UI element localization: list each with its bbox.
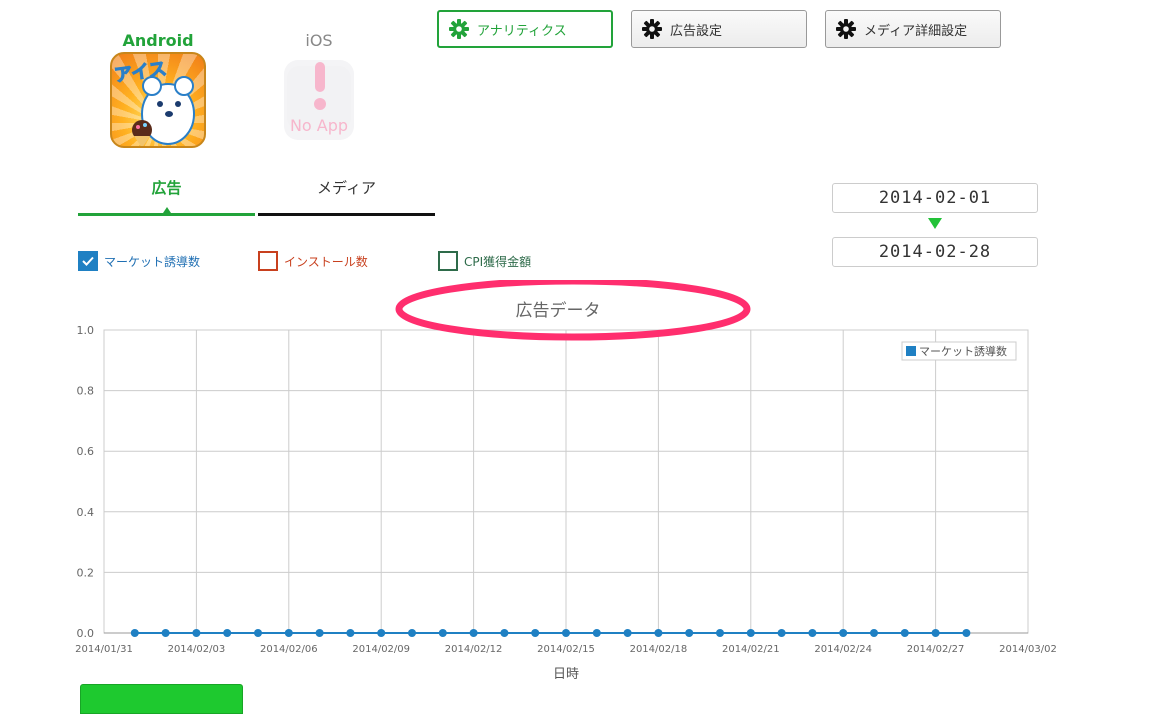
platform-android-label: Android bbox=[122, 31, 194, 50]
data-point bbox=[592, 629, 601, 637]
y-tick-label: 1.0 bbox=[77, 324, 95, 337]
checkbox-unchecked-icon bbox=[258, 251, 278, 271]
gear-icon bbox=[449, 19, 469, 39]
tab-media-settings-label: メディア詳細設定 bbox=[864, 23, 968, 39]
data-point bbox=[839, 629, 848, 637]
tab-media-settings[interactable]: メディア詳細設定 bbox=[825, 10, 1001, 48]
subtab-media[interactable]: メディア bbox=[258, 172, 435, 216]
y-tick-label: 0.4 bbox=[77, 506, 95, 519]
tab-analytics[interactable]: アナリティクス bbox=[437, 10, 613, 48]
tab-ad-settings-label: 広告設定 bbox=[670, 23, 723, 39]
no-app-text: No App bbox=[289, 116, 349, 135]
data-point bbox=[746, 629, 755, 637]
x-tick-label: 2014/01/31 bbox=[75, 644, 133, 655]
x-tick-label: 2014/02/27 bbox=[907, 644, 965, 655]
y-tick-label: 0.6 bbox=[77, 445, 95, 458]
x-tick-label: 2014/02/21 bbox=[722, 644, 780, 655]
data-point bbox=[284, 629, 293, 637]
legend-swatch bbox=[906, 346, 916, 356]
ios-no-app-icon: No App bbox=[284, 60, 354, 140]
chart-legend: マーケット誘導数 bbox=[901, 341, 1017, 361]
data-point bbox=[870, 629, 878, 637]
checkbox-checked-icon bbox=[78, 251, 98, 271]
data-point bbox=[900, 629, 909, 637]
data-point bbox=[254, 629, 262, 637]
data-point bbox=[315, 629, 324, 637]
subtab-media-label: メディア bbox=[317, 179, 376, 197]
data-point bbox=[346, 629, 355, 637]
metric-label-market: マーケット誘導数 bbox=[104, 254, 201, 269]
data-point bbox=[931, 629, 940, 637]
y-tick-label: 0.0 bbox=[77, 627, 95, 640]
metric-label-install: インストール数 bbox=[284, 254, 368, 269]
android-app-icon[interactable]: アイス bbox=[110, 52, 206, 148]
data-point bbox=[130, 629, 139, 637]
data-point bbox=[777, 629, 786, 637]
tab-analytics-label: アナリティクス bbox=[477, 23, 567, 39]
x-tick-label: 2014/02/12 bbox=[445, 644, 503, 655]
data-point bbox=[500, 629, 509, 637]
data-point bbox=[469, 629, 478, 637]
y-tick-label: 0.8 bbox=[77, 385, 95, 398]
metric-checkbox-cpi[interactable]: CPI獲得金額 bbox=[438, 251, 531, 271]
checkbox-unchecked-icon bbox=[438, 251, 458, 271]
legend-label: マーケット誘導数 bbox=[919, 344, 1007, 358]
data-point bbox=[623, 629, 632, 637]
gear-icon bbox=[642, 19, 662, 39]
x-tick-label: 2014/02/18 bbox=[630, 644, 688, 655]
x-tick-label: 2014/03/02 bbox=[999, 644, 1057, 655]
start-date-field[interactable]: 2014-02-01 bbox=[832, 183, 1038, 213]
data-point bbox=[531, 629, 540, 637]
platform-ios-label: iOS bbox=[305, 31, 333, 50]
y-tick-label: 0.2 bbox=[77, 566, 95, 579]
data-point bbox=[562, 629, 570, 637]
data-point bbox=[161, 629, 170, 637]
platform-ios[interactable]: iOS No App bbox=[259, 30, 379, 140]
subtab-ad[interactable]: 広告 bbox=[78, 172, 255, 216]
data-point bbox=[716, 629, 724, 637]
data-point bbox=[962, 629, 971, 637]
x-tick-label: 2014/02/03 bbox=[168, 644, 226, 655]
data-point bbox=[377, 629, 386, 637]
data-point bbox=[808, 629, 817, 637]
data-point bbox=[192, 629, 201, 637]
gear-icon bbox=[836, 19, 856, 39]
data-point bbox=[408, 629, 416, 637]
arrow-down-icon bbox=[928, 218, 942, 229]
x-tick-label: 2014/02/24 bbox=[814, 644, 872, 655]
metric-label-cpi: CPI獲得金額 bbox=[464, 254, 532, 269]
x-axis-label: 日時 bbox=[553, 667, 579, 682]
x-tick-label: 2014/02/09 bbox=[352, 644, 410, 655]
active-indicator-icon bbox=[162, 207, 171, 213]
line-chart: 0.0 0.2 0.4 0.6 0.8 1.0 2014/01/31 2014/02/03 2… bbox=[75, 280, 1057, 682]
end-date-field[interactable]: 2014-02-28 bbox=[832, 237, 1038, 267]
tab-ad-settings[interactable]: 広告設定 bbox=[631, 10, 807, 48]
metric-checkbox-market[interactable]: マーケット誘導数 bbox=[78, 251, 200, 271]
data-point bbox=[438, 629, 447, 637]
data-point bbox=[654, 629, 663, 637]
x-tick-label: 2014/02/15 bbox=[537, 644, 595, 655]
metric-checkbox-install[interactable]: インストール数 bbox=[258, 251, 368, 271]
chart-title: 広告データ bbox=[516, 300, 601, 321]
data-point bbox=[685, 629, 694, 637]
action-button[interactable] bbox=[80, 684, 243, 714]
platform-android[interactable]: Android アイス bbox=[98, 30, 218, 148]
x-tick-label: 2014/02/06 bbox=[260, 644, 318, 655]
data-point bbox=[223, 629, 232, 637]
subtab-ad-label: 広告 bbox=[151, 179, 182, 197]
